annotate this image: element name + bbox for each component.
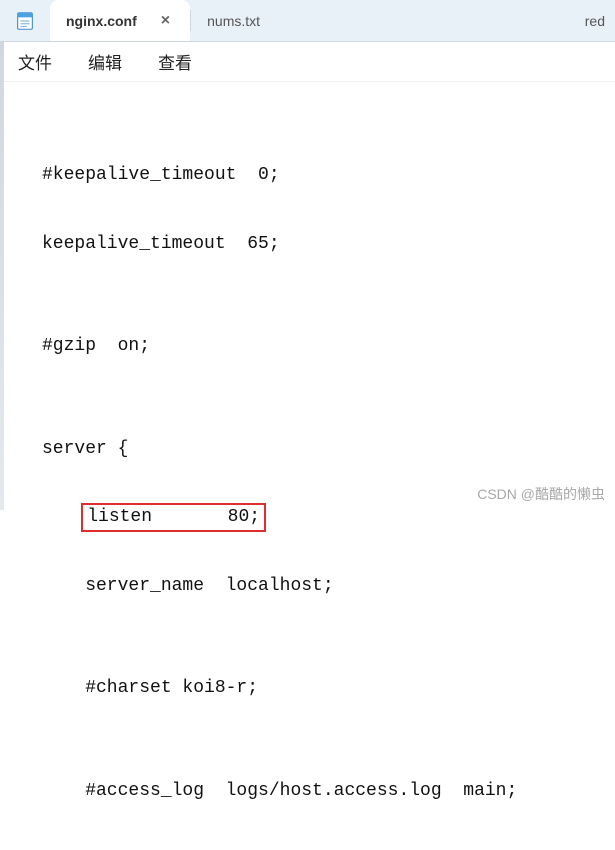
- menu-file[interactable]: 文件: [12, 45, 58, 78]
- menu-bar: 文件 编辑 查看: [0, 42, 615, 82]
- code-line: #access_log logs/host.access.log main;: [42, 774, 607, 808]
- code-line: #gzip on;: [42, 329, 607, 363]
- tab-label: nginx.conf: [66, 13, 137, 29]
- indent: [42, 507, 85, 527]
- code-line: #keepalive_timeout 0;: [42, 158, 607, 192]
- code-line: #charset koi8-r;: [42, 671, 607, 705]
- code-line: listen 80;: [42, 500, 607, 534]
- tab-label: nums.txt: [207, 13, 260, 29]
- tab-overflow[interactable]: red: [575, 0, 615, 41]
- code-line: server {: [42, 432, 607, 466]
- menu-edit[interactable]: 编辑: [82, 45, 128, 78]
- notepad-icon: [0, 0, 50, 41]
- highlight-listen-80: listen 80;: [81, 503, 266, 532]
- code-line: keepalive_timeout 65;: [42, 227, 607, 261]
- text-editor[interactable]: #keepalive_timeout 0; keepalive_timeout …: [0, 82, 615, 850]
- watermark: CSDN @酷酷的懒虫: [477, 484, 605, 504]
- tab-nginx-conf[interactable]: nginx.conf ×: [50, 0, 190, 41]
- menu-view[interactable]: 查看: [152, 45, 198, 78]
- tab-label: red: [585, 13, 605, 29]
- close-icon[interactable]: ×: [157, 12, 174, 30]
- code-line: server_name localhost;: [42, 569, 607, 603]
- tab-nums-txt[interactable]: nums.txt: [191, 0, 311, 41]
- tab-bar: nginx.conf × nums.txt red: [0, 0, 615, 42]
